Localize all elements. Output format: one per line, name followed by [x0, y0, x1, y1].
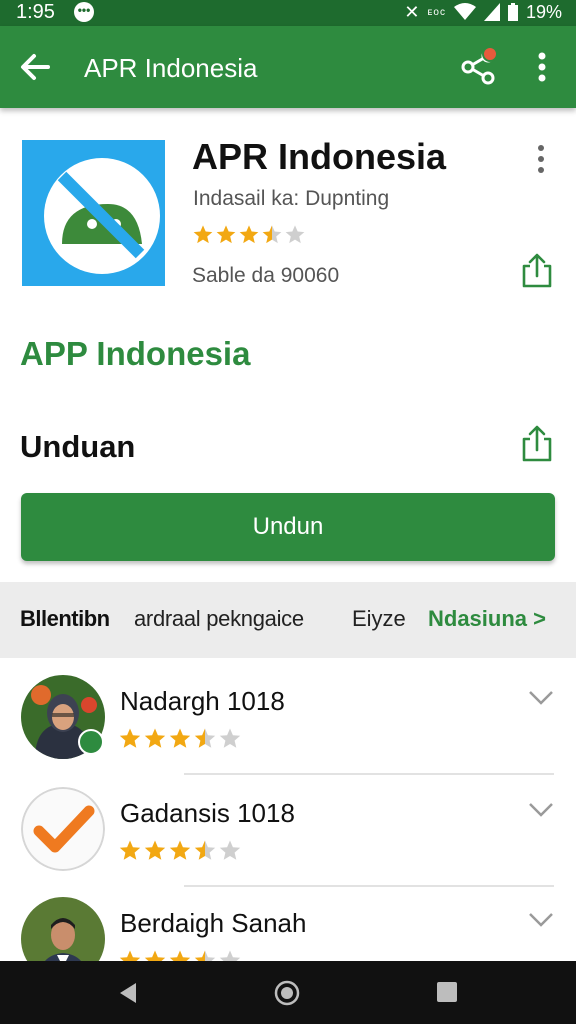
network-type-label: ᴇᴏᴄ [427, 6, 446, 18]
battery-percent: 19% [525, 1, 562, 22]
reviewer-name: Gadansis 1018 [120, 798, 295, 828]
star-icon [193, 225, 213, 244]
chat-bubble-icon: ••• [74, 2, 94, 22]
review-rating-stars [118, 727, 242, 751]
divider [184, 885, 554, 887]
app-icon[interactable] [22, 140, 165, 286]
star-icon [169, 840, 191, 860]
review-rating-stars [118, 839, 242, 863]
star-icon [144, 728, 166, 748]
chevron-down-icon[interactable] [528, 911, 554, 929]
tab-1[interactable]: Bllentibn [20, 604, 110, 634]
battery-icon [507, 3, 518, 21]
star-icon [194, 728, 216, 748]
app-bar: APR Indonesia [0, 26, 576, 108]
review-item[interactable]: Nadargh 1018 [0, 675, 576, 787]
star-icon [239, 225, 259, 244]
chevron-down-icon[interactable] [528, 801, 554, 819]
star-icon [219, 840, 241, 860]
download-heading: Unduan [20, 429, 136, 464]
android-logo-icon [44, 158, 160, 274]
app-bar-title: APR Indonesia [84, 53, 258, 83]
star-icon [285, 225, 305, 244]
status-icons: ✕ ᴇᴏᴄ 19% [404, 0, 562, 24]
app-rating-stars [192, 224, 306, 246]
nav-back-icon[interactable] [116, 981, 140, 1005]
star-icon [216, 225, 236, 244]
tab-see-more[interactable]: Ndasiuna > [428, 604, 546, 634]
app-name: APR Indonesia [192, 136, 447, 177]
share-export-icon[interactable] [520, 252, 554, 288]
tab-3[interactable]: Eiyze [352, 604, 406, 634]
avatar[interactable] [21, 787, 105, 871]
tab-2[interactable]: ardraal pekngaice [134, 604, 304, 634]
chevron-down-icon[interactable] [528, 689, 554, 707]
verified-badge-icon [78, 729, 104, 755]
arrow-back-icon[interactable] [18, 50, 52, 84]
reviewer-name: Nadargh 1018 [120, 686, 285, 716]
wifi-icon [453, 3, 476, 20]
star-icon [119, 728, 141, 748]
star-icon [119, 840, 141, 860]
star-icon [169, 728, 191, 748]
status-bar: 1:95 ••• ✕ ᴇᴏᴄ 19% [0, 0, 576, 26]
star-icon [219, 728, 241, 748]
notification-badge [482, 46, 498, 62]
signal-icon [483, 3, 500, 21]
share-export-icon[interactable] [520, 424, 554, 462]
star-icon [194, 840, 216, 860]
star-icon [144, 840, 166, 860]
more-vert-icon[interactable] [528, 50, 556, 84]
reviewer-name: Berdaigh Sanah [120, 908, 307, 938]
mute-icon: ✕ [404, 1, 420, 22]
status-time: 1:95 [16, 1, 55, 23]
system-nav-bar [0, 961, 576, 1024]
nav-home-icon[interactable] [273, 979, 301, 1007]
divider [184, 773, 554, 775]
star-icon [262, 225, 282, 244]
sales-count: Sable da 90060 [192, 264, 340, 287]
section-title: APP Indonesia [20, 335, 251, 372]
developer-name[interactable]: Indasail ka: Dupnting [193, 186, 389, 212]
download-button[interactable]: Undun [21, 493, 555, 561]
more-vert-icon[interactable] [528, 142, 554, 176]
nav-recents-icon[interactable] [436, 981, 458, 1003]
review-item[interactable]: Gadansis 1018 [0, 787, 576, 899]
tab-strip: Bllentibn ardraal pekngaice Eiyze Ndasiu… [0, 582, 576, 658]
